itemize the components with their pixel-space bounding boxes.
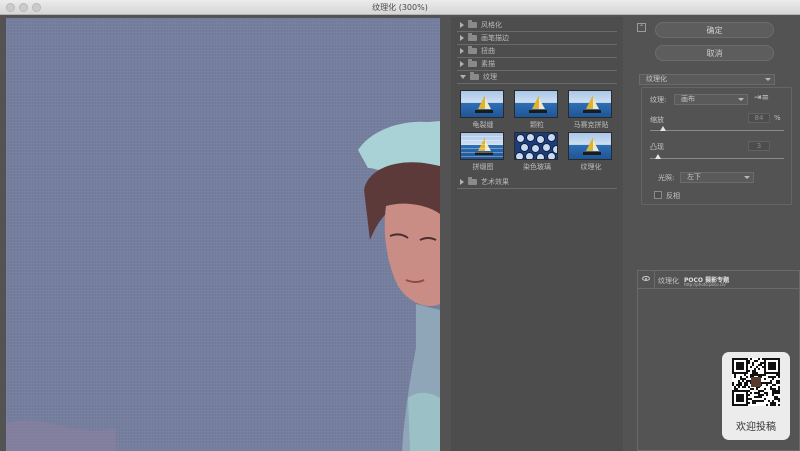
qr-code-card[interactable]: 欢迎投稿: [722, 352, 790, 440]
scaling-slider-track[interactable]: [650, 130, 784, 131]
light-direction-select[interactable]: 左下: [680, 172, 754, 183]
chevron-down-icon: [744, 176, 750, 179]
effect-layer-label: 纹理化: [658, 277, 679, 285]
poco-watermark-url: http://photo.poco.cn/: [684, 282, 726, 287]
scaling-unit: %: [774, 114, 781, 122]
expand-arrow-icon: [460, 179, 464, 185]
ok-button[interactable]: 确定: [655, 22, 774, 38]
filter-gallery-panel: 风格化 画笔描边 扭曲 素描 纹理 龟裂缝 颗粒 马赛克拼贴 拼缀图 染色玻璃: [451, 17, 623, 451]
folder-icon: [468, 59, 477, 67]
window-titlebar: 纹理化 (300%): [0, 0, 800, 15]
filter-mosaic-tiles[interactable]: 马赛克拼贴: [568, 90, 614, 130]
category-artistic[interactable]: 艺术效果: [457, 176, 617, 189]
mosaic-tiles-thumbnail: [568, 90, 612, 118]
cancel-button[interactable]: 取消: [655, 45, 774, 61]
category-stylize[interactable]: 风格化: [457, 19, 617, 32]
category-texture[interactable]: 纹理: [457, 71, 617, 84]
texture-select[interactable]: 画布: [674, 94, 748, 105]
texture-label: 纹理:: [650, 96, 667, 104]
cracks-thumbnail: [460, 90, 504, 118]
texturizer-options-group: 纹理: 画布 ⇥≡ 缩放 84 % 凸现 3 光照: 左下 反相: [641, 87, 792, 205]
relief-label: 凸现: [650, 143, 664, 151]
filter-texturizer[interactable]: 纹理化: [568, 132, 614, 172]
chevron-down-icon: [738, 98, 744, 101]
folder-icon: [468, 46, 477, 54]
category-brush-strokes[interactable]: 画笔描边: [457, 32, 617, 45]
patchwork-thumbnail: [460, 132, 504, 160]
collapse-arrow-icon: [460, 75, 466, 79]
filter-stained-glass[interactable]: 染色玻璃: [514, 132, 560, 172]
collapse-gallery-button[interactable]: ⌃: [637, 23, 646, 32]
expand-arrow-icon: [460, 22, 464, 28]
scaling-input[interactable]: 84: [748, 113, 770, 123]
folder-icon: [468, 177, 477, 185]
qr-code-icon: [732, 358, 780, 406]
relief-slider-track[interactable]: [650, 158, 784, 159]
invert-label: 反相: [666, 192, 680, 200]
category-distort[interactable]: 扭曲: [457, 45, 617, 58]
expand-arrow-icon: [460, 35, 464, 41]
texture-menu-icon[interactable]: ⇥≡: [754, 93, 769, 103]
relief-slider-knob[interactable]: [655, 154, 662, 159]
eye-visibility-icon[interactable]: [642, 276, 650, 281]
folder-icon: [468, 33, 477, 41]
preview-image: [6, 18, 440, 451]
filter-preview-canvas[interactable]: [6, 18, 440, 451]
invert-checkbox[interactable]: [654, 191, 662, 199]
folder-icon: [468, 20, 477, 28]
qr-card-label: 欢迎投稿: [736, 422, 776, 433]
texturizer-thumbnail: [568, 132, 612, 160]
scaling-label: 缩放: [650, 116, 664, 124]
filter-patchwork[interactable]: 拼缀图: [460, 132, 506, 172]
window-title: 纹理化 (300%): [372, 3, 428, 12]
texture-filter-grid: 龟裂缝 颗粒 马赛克拼贴 拼缀图 染色玻璃 纹理化: [460, 90, 623, 172]
filter-grain[interactable]: 颗粒: [514, 90, 560, 130]
stained-glass-thumbnail: [514, 132, 558, 160]
filter-craquelure[interactable]: 龟裂缝: [460, 90, 506, 130]
light-label: 光照:: [658, 174, 675, 182]
expand-arrow-icon: [460, 61, 464, 67]
category-sketch[interactable]: 素描: [457, 58, 617, 71]
scaling-slider-knob[interactable]: [660, 126, 667, 131]
filter-select[interactable]: 纹理化: [639, 74, 775, 85]
chevron-down-icon: [765, 78, 771, 81]
expand-arrow-icon: [460, 48, 464, 54]
effect-layer-row[interactable]: 纹理化 POCO 摄影专题 http://photo.poco.cn/: [638, 271, 799, 289]
relief-input[interactable]: 3: [748, 141, 770, 151]
folder-open-icon: [470, 72, 479, 80]
grain-thumbnail: [514, 90, 558, 118]
